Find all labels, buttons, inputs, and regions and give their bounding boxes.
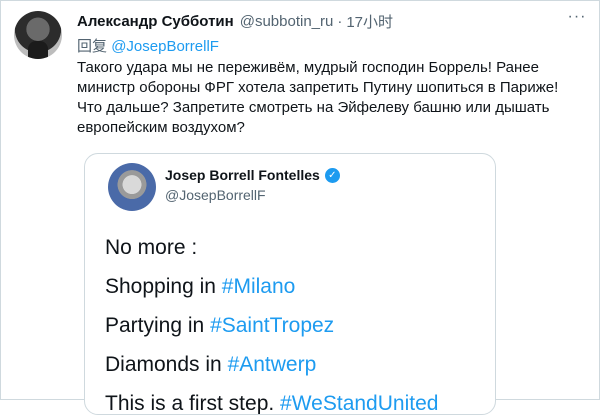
quoted-line-text: Partying in: [105, 314, 211, 337]
author-handle[interactable]: @subbotin_ru: [240, 13, 334, 30]
quoted-line: Diamonds in #Antwerp: [105, 351, 438, 378]
reply-mention-link[interactable]: @JosepBorrellF: [111, 38, 219, 55]
hashtag-link[interactable]: #SaintTropez: [210, 314, 334, 337]
reply-context: 回复 @JosepBorrellF: [77, 35, 219, 56]
more-options-icon[interactable]: ···: [563, 7, 591, 27]
hashtag-link[interactable]: #WeStandUnited: [280, 392, 438, 414]
author-avatar[interactable]: [14, 11, 62, 59]
reply-prefix: 回复: [77, 38, 108, 55]
quoted-line: No more :: [105, 234, 438, 261]
quoted-tweet-text: No more : Shopping in #Milano Partying i…: [105, 234, 438, 415]
tweet-header: Александр Субботин @subbotin_ru · 17小时: [77, 10, 589, 32]
quoted-author-handle[interactable]: @JosepBorrellF: [165, 187, 266, 203]
quoted-author-avatar[interactable]: [108, 163, 156, 211]
hashtag-link[interactable]: #Milano: [222, 275, 296, 298]
quoted-line: Partying in #SaintTropez: [105, 312, 438, 339]
quoted-author-name[interactable]: Josep Borrell Fontelles: [165, 167, 320, 183]
quoted-line: This is a first step. #WeStandUnited: [105, 390, 438, 415]
timestamp[interactable]: 17小时: [346, 11, 393, 32]
quoted-line-text: Diamonds in: [105, 353, 228, 376]
quoted-line-text: No more :: [105, 236, 198, 259]
quoted-line-text: Shopping in: [105, 275, 222, 298]
verified-badge-icon: ✓: [324, 167, 340, 183]
tweet-text: Такого удара мы не переживём, мудрый гос…: [77, 59, 559, 136]
quoted-tweet-card[interactable]: Josep Borrell Fontelles ✓ @JosepBorrellF…: [84, 153, 496, 415]
quoted-author-name-row: Josep Borrell Fontelles ✓: [165, 167, 340, 183]
quoted-line-text: This is a first step.: [105, 392, 281, 415]
quoted-line: Shopping in #Milano: [105, 273, 438, 300]
author-name[interactable]: Александр Субботин: [77, 13, 234, 30]
separator: ·: [337, 12, 343, 30]
hashtag-link[interactable]: #Antwerp: [228, 353, 317, 376]
